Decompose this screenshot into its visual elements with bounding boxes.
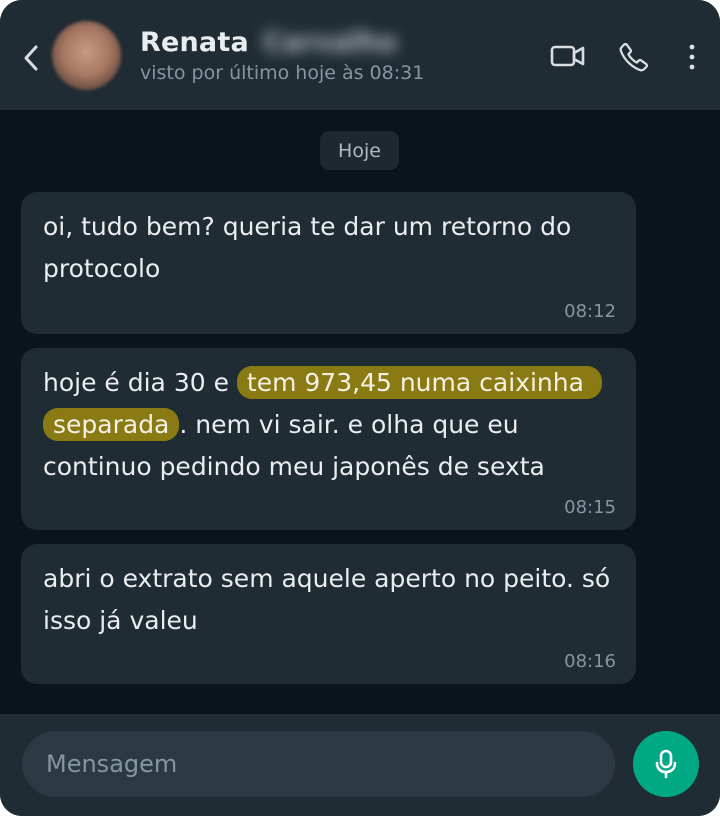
voice-call-button[interactable] [614, 38, 654, 76]
microphone-icon [655, 749, 677, 779]
message-bubble[interactable]: hoje é dia 30 e tem 973,45 numa caixinha… [21, 348, 636, 530]
message-text: abri o extrato sem aquele aperto no peit… [43, 564, 619, 635]
contact-name-area[interactable]: Renata Carvalho [140, 24, 397, 60]
chat-header: Renata Carvalho visto por último hoje às… [0, 0, 720, 110]
message-list[interactable]: Hoje oi, tudo bem? queria te dar um reto… [0, 110, 720, 714]
message-time: 08:12 [564, 301, 616, 322]
last-seen-status: visto por último hoje às 08:31 [140, 62, 425, 84]
video-call-button[interactable] [547, 38, 589, 74]
composer-bar [0, 714, 720, 816]
more-options-button[interactable] [680, 38, 704, 76]
phone-icon [619, 42, 649, 72]
avatar[interactable] [52, 21, 121, 90]
contact-name: Renata [140, 26, 249, 58]
voice-message-button[interactable] [633, 731, 699, 797]
message-bubble[interactable]: abri o extrato sem aquele aperto no peit… [21, 544, 636, 684]
contact-surname-blurred: Carvalho [262, 26, 398, 58]
date-separator: Hoje [320, 131, 399, 170]
message-input[interactable] [22, 731, 615, 797]
message-time: 08:16 [564, 651, 616, 672]
message-time: 08:15 [564, 497, 616, 518]
more-vertical-icon [689, 44, 695, 70]
back-chevron-icon [24, 45, 38, 71]
back-button[interactable] [18, 38, 44, 78]
video-camera-icon [550, 45, 585, 67]
message-text: oi, tudo bem? queria te dar um retorno d… [43, 212, 580, 283]
message-text-part: hoje é dia 30 e [43, 368, 237, 397]
message-bubble[interactable]: oi, tudo bem? queria te dar um retorno d… [21, 192, 636, 334]
message-text: hoje é dia 30 e tem 973,45 numa caixinha… [43, 362, 623, 488]
chat-screen: Renata Carvalho visto por último hoje às… [0, 0, 720, 816]
